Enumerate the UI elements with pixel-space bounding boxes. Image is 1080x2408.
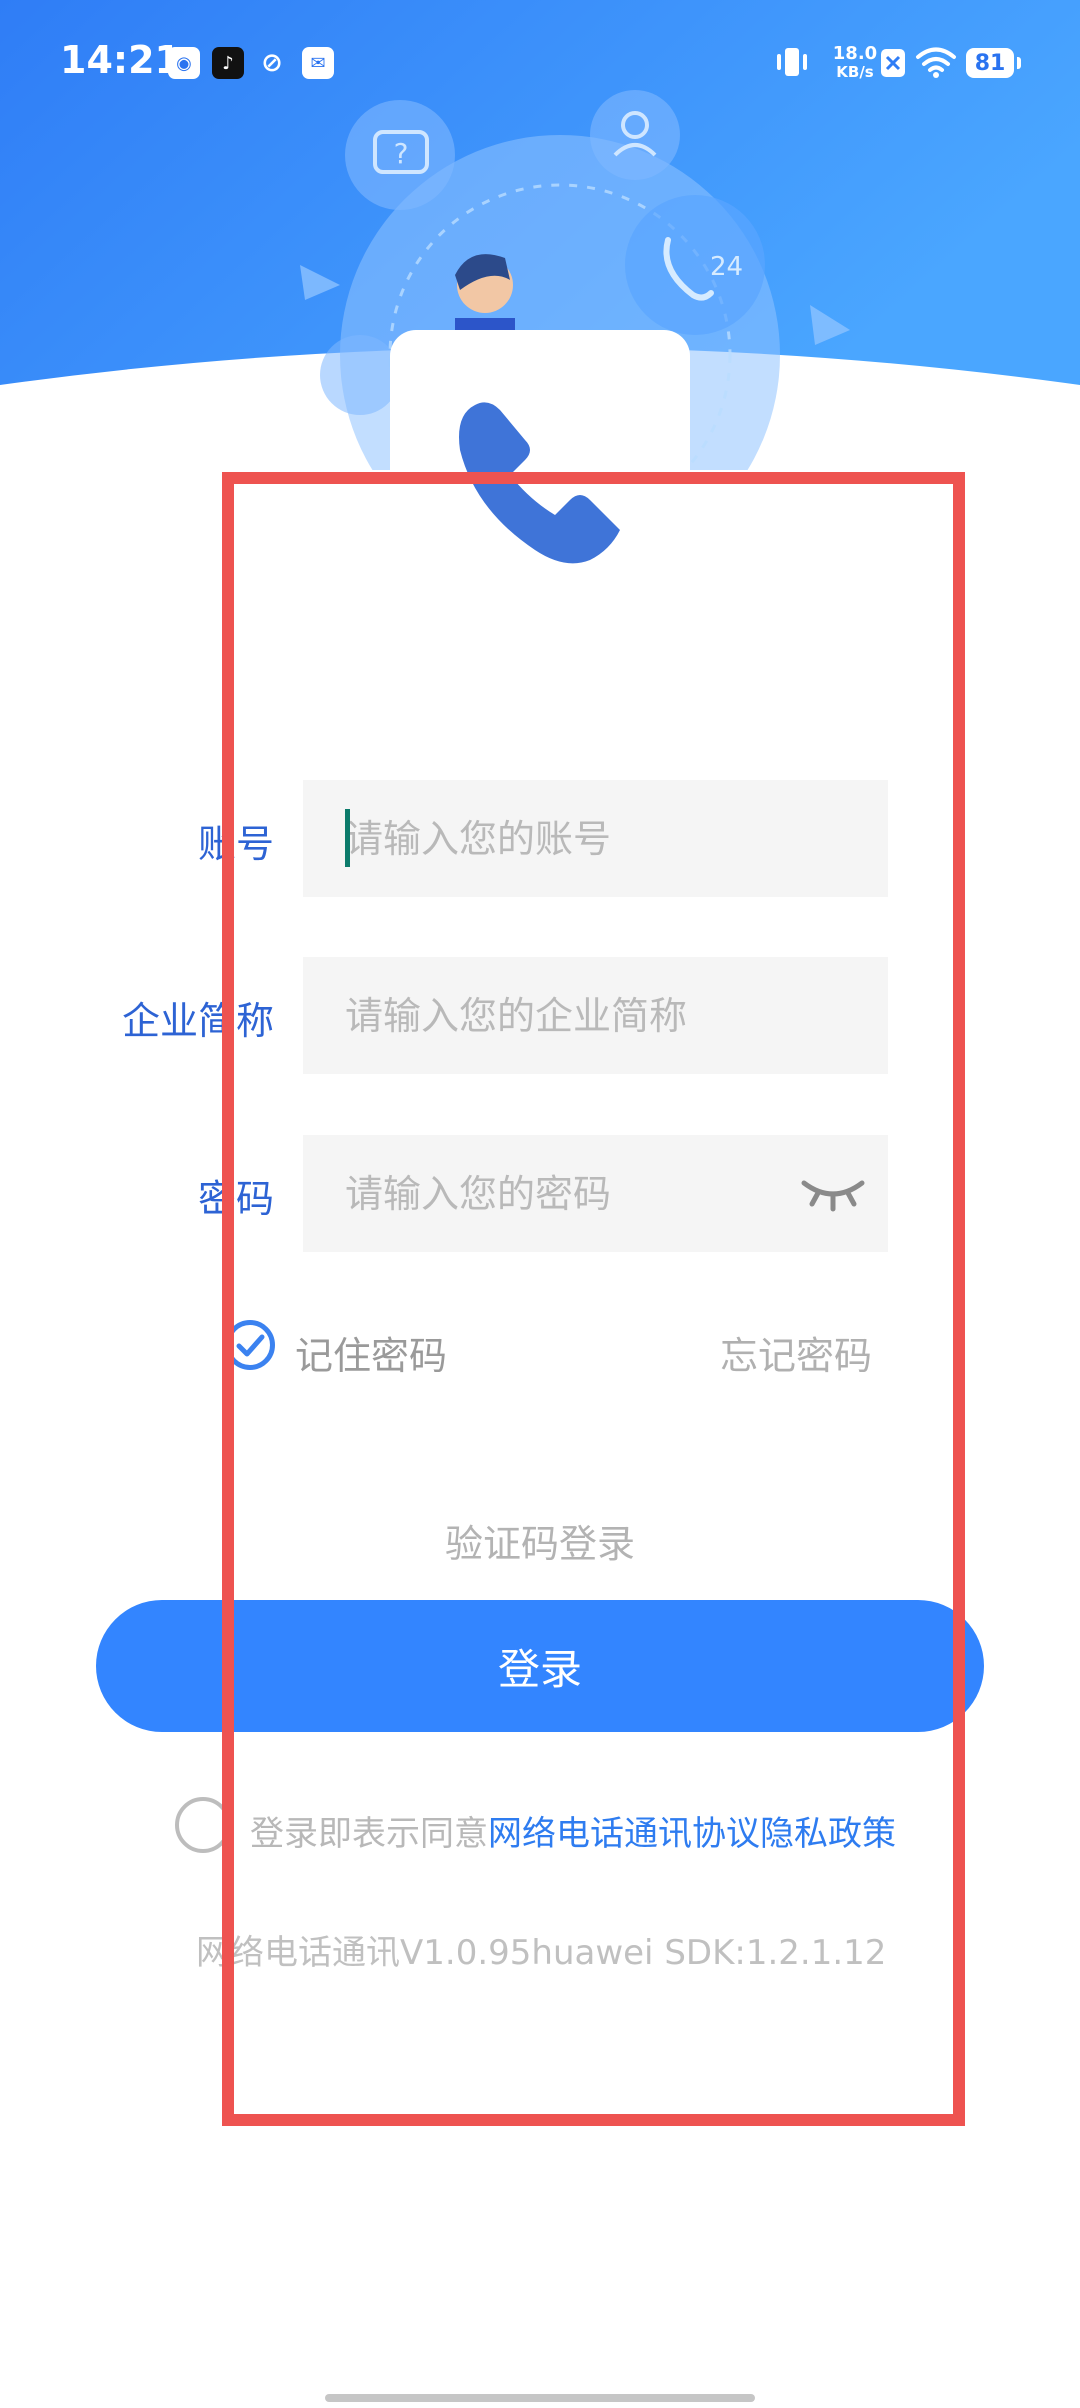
company-label: 企业简称 bbox=[121, 999, 274, 1043]
wifi-icon bbox=[916, 47, 956, 78]
login-button[interactable]: 登录 bbox=[96, 1600, 984, 1732]
company-field[interactable] bbox=[303, 957, 888, 1074]
svg-text:?: ? bbox=[394, 137, 409, 170]
battery-indicator: 81 bbox=[966, 48, 1021, 78]
privacy-policy-link[interactable]: 隐私政策 bbox=[760, 1814, 896, 1854]
forgot-password-link[interactable]: 忘记密码 bbox=[720, 1325, 872, 1380]
agreement-checkbox[interactable] bbox=[175, 1797, 231, 1853]
sim-off-icon bbox=[881, 49, 905, 77]
account-field[interactable] bbox=[303, 780, 888, 897]
remember-password-checkbox[interactable] bbox=[225, 1320, 275, 1370]
service-agreement-link[interactable]: 网络电话通讯协议 bbox=[488, 1814, 760, 1854]
password-label: 密码 bbox=[197, 1177, 274, 1221]
highlight-box bbox=[222, 472, 965, 2126]
agreement-text: 登录即表示同意网络电话通讯协议隐私政策 bbox=[250, 1806, 896, 1855]
version-info: 网络电话通讯V1.0.95huawei SDK:1.2.1.12 bbox=[196, 1933, 887, 1973]
mail-icon: ✉ bbox=[302, 47, 334, 79]
baidu-app-icon: ◉ bbox=[168, 47, 200, 79]
password-field[interactable] bbox=[303, 1135, 888, 1252]
sms-code-login-link[interactable]: 验证码登录 bbox=[0, 1513, 1080, 1568]
remember-password-label[interactable]: 记住密码 bbox=[295, 1325, 447, 1380]
phone-logo-icon bbox=[459, 402, 620, 564]
tiktok-icon: ♪ bbox=[212, 47, 244, 79]
check-icon bbox=[236, 1334, 265, 1357]
eye-closed-icon[interactable] bbox=[798, 1173, 868, 1213]
company-input[interactable] bbox=[345, 957, 815, 1074]
account-label: 账号 bbox=[197, 822, 274, 866]
account-input[interactable] bbox=[345, 780, 815, 897]
illustration-badge: 24 bbox=[710, 252, 743, 282]
agreement-prefix: 登录即表示同意 bbox=[250, 1814, 488, 1854]
vibrate-icon bbox=[777, 48, 807, 76]
status-time: 14:21 bbox=[60, 38, 181, 82]
browser-icon: ⊘ bbox=[261, 48, 283, 78]
password-input[interactable] bbox=[345, 1135, 815, 1252]
home-indicator[interactable] bbox=[325, 2394, 755, 2402]
text-cursor bbox=[345, 809, 350, 867]
